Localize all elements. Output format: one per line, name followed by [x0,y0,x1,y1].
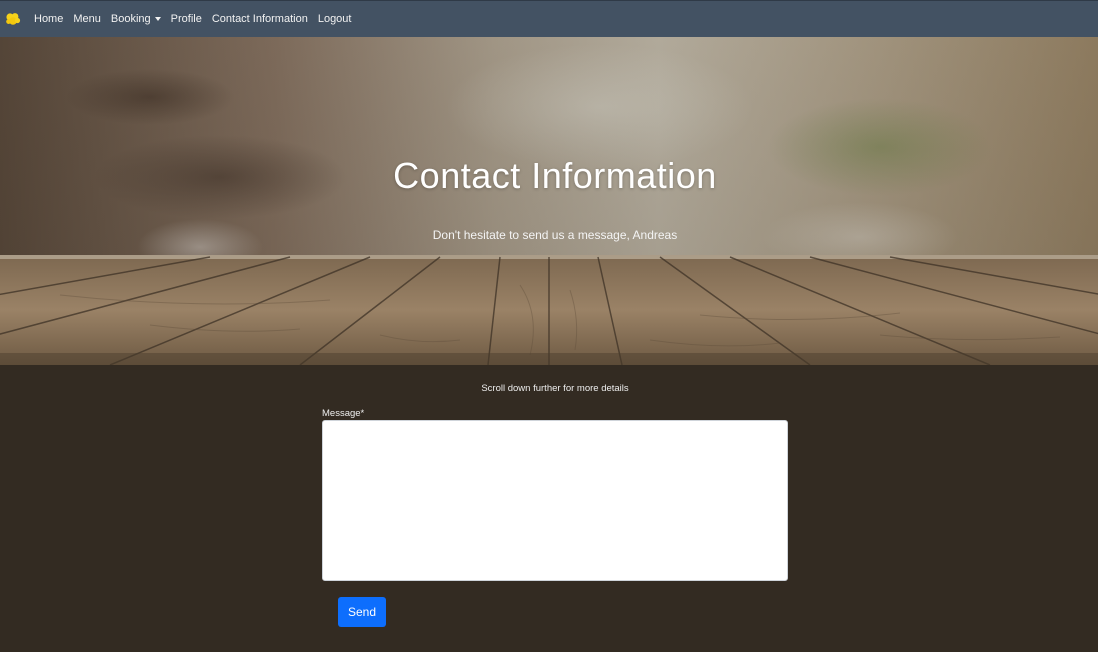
nav-profile[interactable]: Profile [171,13,202,25]
navbar: Home Menu Booking Profile Contact Inform… [0,0,1098,37]
lemon-logo-icon [6,13,21,25]
nav-menu-label: Menu [73,13,101,25]
nav-home-label: Home [34,13,64,25]
brand-logo[interactable] [4,10,22,28]
nav-profile-label: Profile [170,13,202,25]
nav-links: Home Menu Booking Profile Contact Inform… [34,13,361,25]
nav-logout[interactable]: Logout [318,13,352,25]
nav-logout-label: Logout [317,13,352,25]
nav-booking-dropdown[interactable]: Booking [111,13,161,25]
nav-booking-label: Booking [110,13,151,25]
hero-title: Contact Information [393,155,717,196]
hero-subtitle: Don't hesitate to send us a message, And… [432,228,678,242]
nav-menu[interactable]: Menu [73,13,101,25]
message-label: Message* [322,408,365,419]
contact-form-section: Scroll down further for more details Mes… [0,365,1098,652]
send-button[interactable]: Send [338,597,386,627]
nav-contact-information[interactable]: Contact Information [212,13,308,25]
message-textarea[interactable] [322,420,788,581]
nav-contact-label: Contact Information [211,13,308,25]
caret-down-icon [154,17,161,21]
page: Home Menu Booking Profile Contact Inform… [0,0,1098,652]
scroll-hint: Scroll down further for more details [481,383,629,394]
nav-home[interactable]: Home [34,13,63,25]
wooden-table-image [0,255,1098,365]
hero-banner: Contact Information Don't hesitate to se… [0,37,1098,365]
